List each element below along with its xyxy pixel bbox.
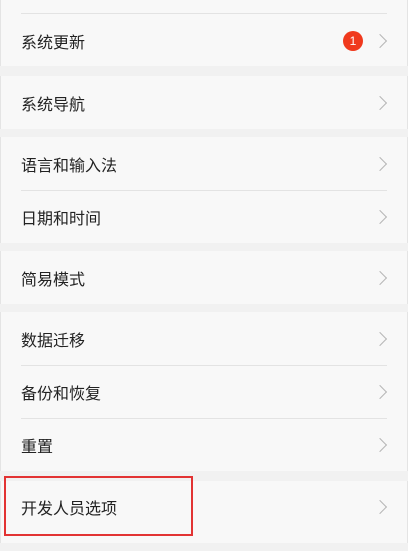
row-developer-options[interactable]: 开发人员选项 bbox=[1, 481, 407, 533]
reset-label: 重置 bbox=[21, 436, 54, 456]
row-system-update[interactable]: 系统更新 1 bbox=[1, 14, 407, 67]
group-system-update: 系统更新 1 bbox=[0, 0, 408, 66]
data-migration-label: 数据迁移 bbox=[21, 330, 86, 350]
row-system-navigation[interactable]: 系统导航 bbox=[1, 76, 407, 129]
chevron-right-icon bbox=[372, 499, 388, 515]
row-backup-restore[interactable]: 备份和恢复 bbox=[1, 365, 407, 418]
language-input-label: 语言和输入法 bbox=[21, 155, 118, 175]
chevron-right-icon bbox=[372, 437, 388, 452]
group-simple-mode: 简易模式 bbox=[0, 251, 408, 304]
group-system-navigation: 系统导航 bbox=[0, 76, 408, 129]
system-update-label: 系统更新 bbox=[21, 32, 86, 52]
backup-restore-label: 备份和恢复 bbox=[21, 383, 102, 403]
chevron-right-icon bbox=[372, 331, 388, 346]
chevron-right-icon bbox=[372, 33, 388, 48]
chevron-right-icon bbox=[372, 95, 388, 110]
row-date-time[interactable]: 日期和时间 bbox=[1, 190, 407, 243]
update-count-badge: 1 bbox=[343, 30, 363, 51]
simple-mode-label: 简易模式 bbox=[21, 269, 86, 289]
row-language-input[interactable]: 语言和输入法 bbox=[1, 137, 407, 190]
chevron-right-icon bbox=[372, 384, 388, 399]
system-navigation-label: 系统导航 bbox=[21, 94, 86, 114]
group-language-date: 语言和输入法 日期和时间 bbox=[0, 137, 408, 243]
chevron-right-icon bbox=[372, 270, 388, 285]
group-data-backup-reset: 数据迁移 备份和恢复 重置 bbox=[0, 312, 408, 471]
row-data-migration[interactable]: 数据迁移 bbox=[1, 312, 407, 365]
row-simple-mode[interactable]: 简易模式 bbox=[1, 251, 407, 304]
chevron-right-icon bbox=[372, 209, 388, 224]
developer-options-label: 开发人员选项 bbox=[21, 499, 118, 518]
group-developer-options: 开发人员选项 bbox=[0, 481, 408, 543]
row-reset[interactable]: 重置 bbox=[1, 418, 407, 471]
date-time-label: 日期和时间 bbox=[21, 208, 102, 228]
chevron-right-icon bbox=[372, 156, 388, 171]
